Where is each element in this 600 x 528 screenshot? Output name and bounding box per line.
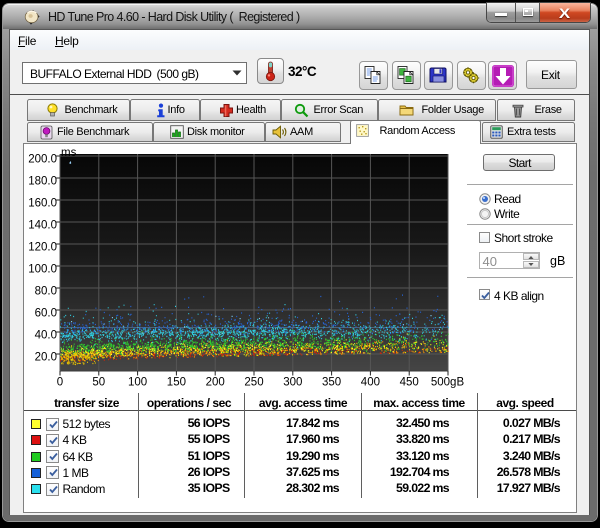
svg-text:200: 200 <box>206 377 225 389</box>
svg-text:50: 50 <box>92 377 105 389</box>
svg-text:400: 400 <box>361 377 380 389</box>
svg-text:120.0: 120.0 <box>28 242 57 254</box>
svg-text:80.0: 80.0 <box>35 286 57 298</box>
svg-text:20.0: 20.0 <box>35 352 57 364</box>
svg-text:40.0: 40.0 <box>35 330 57 342</box>
svg-text:0: 0 <box>57 377 63 389</box>
svg-text:250: 250 <box>244 377 263 389</box>
svg-text:200.0: 200.0 <box>28 154 57 166</box>
svg-text:450: 450 <box>400 377 419 389</box>
svg-text:350: 350 <box>322 377 341 389</box>
svg-text:ms: ms <box>61 147 77 159</box>
svg-text:100.0: 100.0 <box>28 264 57 276</box>
svg-text:100: 100 <box>128 377 147 389</box>
svg-text:150: 150 <box>167 377 186 389</box>
svg-text:500gB: 500gB <box>431 377 465 389</box>
svg-text:160.0: 160.0 <box>28 198 57 210</box>
svg-text:180.0: 180.0 <box>28 176 57 188</box>
svg-text:300: 300 <box>283 377 302 389</box>
svg-text:140.0: 140.0 <box>28 220 57 232</box>
svg-text:60.0: 60.0 <box>35 308 57 320</box>
